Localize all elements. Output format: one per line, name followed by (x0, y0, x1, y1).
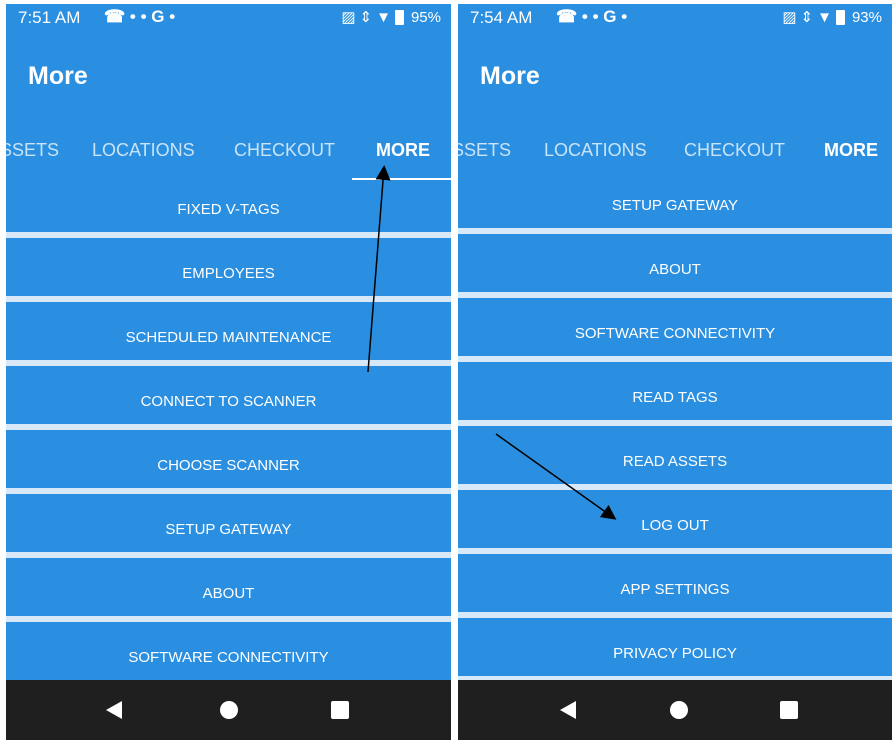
tab-checkout[interactable]: CHECKOUT (234, 140, 335, 161)
data-arrows-icon: ⇕ (359, 9, 373, 26)
tab-locations[interactable]: LOCATIONS (544, 140, 647, 161)
wifi-icon: ▼ (376, 8, 391, 26)
composite-screenshot: 7:51 AM ☎ • • G • ▨ ⇕ ▼ 95% More SSETS L… (0, 0, 892, 740)
home-icon[interactable] (220, 701, 238, 719)
menu-item-read-tags[interactable]: READ TAGS (458, 370, 892, 426)
status-time: 7:54 AM (470, 8, 533, 27)
cast-icon: ▨ (782, 9, 797, 26)
tab-assets[interactable]: SSETS (458, 140, 511, 161)
android-nav-bar (6, 680, 451, 740)
battery-icon (394, 9, 404, 25)
tab-more[interactable]: MORE (376, 140, 430, 161)
tab-checkout[interactable]: CHECKOUT (684, 140, 785, 161)
notification-icons: ☎ • • G • (104, 7, 176, 26)
page-title: More (480, 62, 540, 90)
page-title: More (28, 62, 88, 90)
system-icons: ▨ ⇕ ▼ 95% (341, 8, 441, 27)
menu-item-setup-gateway[interactable]: SETUP GATEWAY (6, 502, 451, 558)
menu-item-app-settings[interactable]: APP SETTINGS (458, 562, 892, 618)
tab-locations[interactable]: LOCATIONS (92, 140, 195, 161)
menu-item-software-connectivity[interactable]: SOFTWARE CONNECTIVITY (458, 306, 892, 362)
menu-item-privacy-policy[interactable]: PRIVACY POLICY (458, 626, 892, 682)
menu-item-software-connectivity[interactable]: SOFTWARE CONNECTIVITY (6, 630, 451, 686)
battery-percent: 95% (410, 8, 441, 26)
tab-bar: SSETS LOCATIONS CHECKOUT MORE (458, 134, 892, 180)
right-phone-screen: 7:54 AM ☎ • • G • ▨ ⇕ ▼ 93% More SSETS L… (458, 4, 892, 740)
back-icon[interactable] (106, 701, 122, 719)
menu-item-employees[interactable]: EMPLOYEES (6, 246, 451, 302)
menu-item-choose-scanner[interactable]: CHOOSE SCANNER (6, 438, 451, 494)
tab-assets[interactable]: SSETS (6, 140, 59, 161)
notification-icons: ☎ • • G • (556, 7, 628, 26)
home-icon[interactable] (670, 701, 688, 719)
android-nav-bar (458, 680, 892, 740)
menu-item-fixed-v-tags[interactable]: FIXED V-TAGS (6, 182, 451, 238)
tab-more[interactable]: MORE (824, 140, 878, 161)
battery-percent: 93% (851, 8, 882, 26)
recent-apps-icon[interactable] (780, 701, 798, 719)
menu-item-scheduled-maintenance[interactable]: SCHEDULED MAINTENANCE (6, 310, 451, 366)
menu-item-about[interactable]: ABOUT (6, 566, 451, 622)
menu-item-read-assets[interactable]: READ ASSETS (458, 434, 892, 490)
system-icons: ▨ ⇕ ▼ 93% (782, 8, 882, 27)
recent-apps-icon[interactable] (331, 701, 349, 719)
status-bar: 7:54 AM ☎ • • G • ▨ ⇕ ▼ 93% (458, 4, 892, 34)
menu-item-about[interactable]: ABOUT (458, 242, 892, 298)
status-bar: 7:51 AM ☎ • • G • ▨ ⇕ ▼ 95% (6, 4, 451, 34)
menu-item-setup-gateway[interactable]: SETUP GATEWAY (458, 178, 892, 234)
tab-indicator (352, 178, 451, 180)
cast-icon: ▨ (341, 9, 356, 26)
wifi-icon: ▼ (817, 8, 832, 26)
tab-bar: SSETS LOCATIONS CHECKOUT MORE (6, 134, 451, 180)
data-arrows-icon: ⇕ (800, 9, 814, 26)
status-time: 7:51 AM (18, 8, 81, 27)
back-icon[interactable] (560, 701, 576, 719)
battery-icon (835, 9, 845, 25)
left-phone-screen: 7:51 AM ☎ • • G • ▨ ⇕ ▼ 95% More SSETS L… (6, 4, 451, 740)
menu-item-log-out[interactable]: LOG OUT (458, 498, 892, 554)
menu-item-connect-to-scanner[interactable]: CONNECT TO SCANNER (6, 374, 451, 430)
